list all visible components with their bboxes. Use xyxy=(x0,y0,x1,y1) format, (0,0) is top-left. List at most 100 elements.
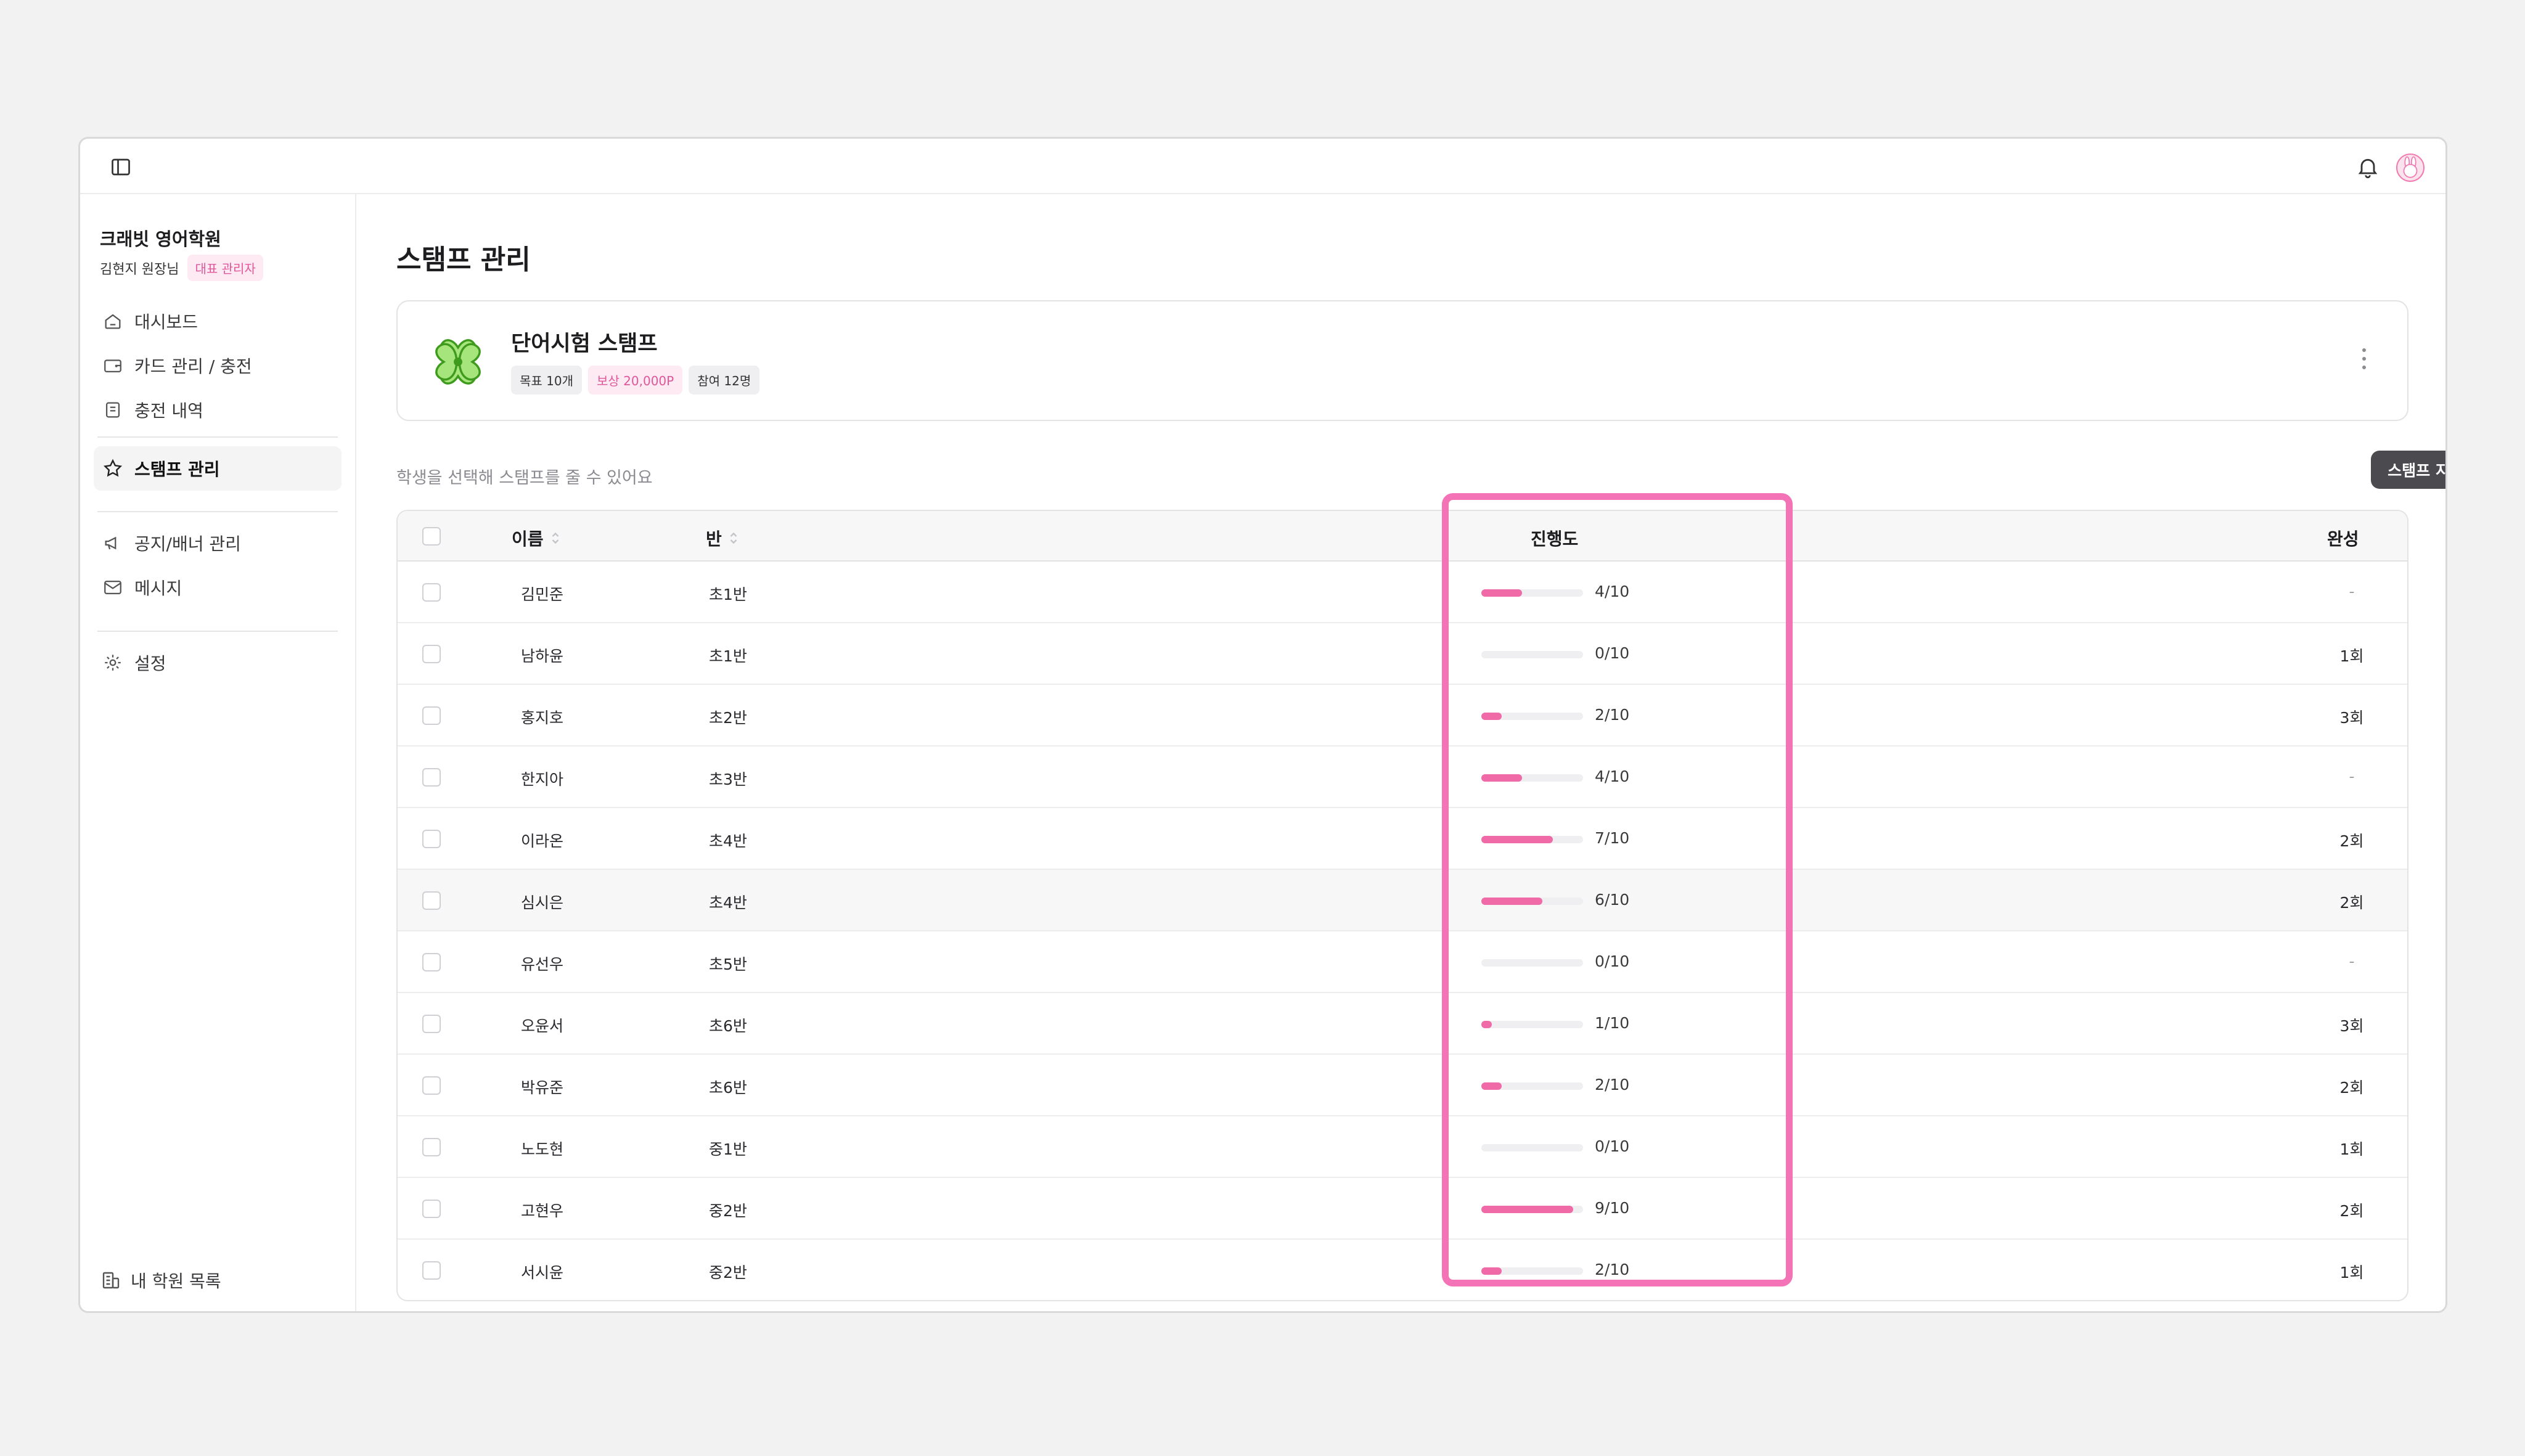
table-row[interactable]: 한지아 초3반 4/10 - xyxy=(398,746,2407,808)
student-name: 홍지호 xyxy=(521,709,564,727)
student-name: 고현우 xyxy=(521,1202,564,1220)
row-checkbox[interactable] xyxy=(422,1076,441,1095)
sort-icon[interactable] xyxy=(550,529,561,547)
nav-group-settings: 설정 xyxy=(94,640,342,685)
footer-label: 내 학원 목록 xyxy=(131,1271,221,1291)
table-row[interactable]: 노도현 중1반 0/10 1회 xyxy=(398,1116,2407,1178)
org-user: 김현지 원장님 대표 관리자 xyxy=(100,255,263,281)
completed-count: 2회 xyxy=(2339,1202,2364,1220)
student-name: 서시윤 xyxy=(521,1264,564,1282)
nav-item-charge-history[interactable]: 충전 내역 xyxy=(94,388,342,432)
row-checkbox[interactable] xyxy=(422,1261,441,1280)
nav-label: 메시지 xyxy=(134,578,182,599)
sort-icon[interactable] xyxy=(728,529,739,547)
student-class: 중1반 xyxy=(709,1140,747,1158)
table-header: 이름 반 진행도 완성 xyxy=(398,511,2407,562)
table-row[interactable]: 고현우 중2반 9/10 2회 xyxy=(398,1178,2407,1240)
row-checkbox[interactable] xyxy=(422,1200,441,1218)
receipt-icon xyxy=(105,402,120,418)
nav-group-main: 대시보드 카드 관리 / 충전 충전 내역 xyxy=(94,299,342,432)
row-checkbox[interactable] xyxy=(422,583,441,602)
clover-icon xyxy=(435,339,481,385)
progress-bar xyxy=(1481,589,1583,597)
nav-item-cards[interactable]: 카드 관리 / 충전 xyxy=(94,343,342,388)
student-class: 초4반 xyxy=(709,832,747,850)
more-options-icon[interactable] xyxy=(2358,348,2370,375)
row-checkbox[interactable] xyxy=(422,1138,441,1156)
table-row[interactable]: 홍지호 초2반 2/10 3회 xyxy=(398,685,2407,746)
progress-label: 9/10 xyxy=(1595,1199,1630,1217)
gear-icon xyxy=(105,655,121,671)
org-name: 크래빗 영어학원 xyxy=(100,229,221,250)
progress-bar xyxy=(1481,898,1583,905)
nav-item-notices[interactable]: 공지/배너 관리 xyxy=(94,521,342,565)
selection-hint: 학생을 선택해 스탬프를 줄 수 있어요 xyxy=(396,468,653,488)
nav-divider xyxy=(97,436,338,438)
student-name: 심시은 xyxy=(521,894,564,912)
student-class: 초1반 xyxy=(709,647,747,665)
row-checkbox[interactable] xyxy=(422,830,441,848)
column-name[interactable]: 이름 xyxy=(512,526,561,550)
user-name: 김현지 원장님 xyxy=(100,261,179,277)
progress-bar xyxy=(1481,713,1583,720)
row-checkbox[interactable] xyxy=(422,953,441,971)
nav-item-dashboard[interactable]: 대시보드 xyxy=(94,299,342,343)
student-name: 김민준 xyxy=(521,586,564,603)
nav-label: 대시보드 xyxy=(134,312,198,332)
column-label: 이름 xyxy=(512,529,544,549)
progress-label: 2/10 xyxy=(1595,1076,1630,1094)
progress-label: 0/10 xyxy=(1595,952,1630,970)
nav-divider xyxy=(97,631,338,632)
stamp-name: 단어시험 스탬프 xyxy=(511,332,658,356)
give-stamp-button[interactable]: 스탬프 지급 xyxy=(2371,451,2445,489)
nav-group-stamp: 스탬프 관리 xyxy=(94,446,342,491)
table-row[interactable]: 유선우 초5반 0/10 - xyxy=(398,931,2407,993)
my-academies-link[interactable]: 내 학원 목록 xyxy=(100,1268,221,1293)
row-checkbox[interactable] xyxy=(422,645,441,663)
table-row[interactable]: 이라온 초4반 7/10 2회 xyxy=(398,808,2407,870)
completed-count: - xyxy=(2349,952,2355,970)
top-bar xyxy=(80,139,2445,194)
table-row[interactable]: 오윤서 초6반 1/10 3회 xyxy=(398,993,2407,1055)
column-class[interactable]: 반 xyxy=(706,526,739,550)
nav-item-settings[interactable]: 설정 xyxy=(94,640,342,685)
nav-item-stamps[interactable]: 스탬프 관리 xyxy=(94,446,342,491)
nav-label: 충전 내역 xyxy=(134,401,203,421)
row-checkbox[interactable] xyxy=(422,1015,441,1033)
row-checkbox[interactable] xyxy=(422,768,441,787)
progress-bar xyxy=(1481,651,1583,658)
progress-label: 4/10 xyxy=(1595,583,1630,600)
table-row[interactable]: 김민준 초1반 4/10 - xyxy=(398,562,2407,623)
progress-label: 0/10 xyxy=(1595,1137,1630,1155)
user-avatar[interactable] xyxy=(2396,153,2425,182)
student-name: 노도현 xyxy=(521,1140,564,1158)
student-name: 유선우 xyxy=(521,955,564,973)
table-row[interactable]: 박유준 초6반 2/10 2회 xyxy=(398,1055,2407,1116)
row-checkbox[interactable] xyxy=(422,891,441,910)
completed-count: 3회 xyxy=(2339,1017,2364,1035)
student-class: 초6반 xyxy=(709,1079,747,1097)
row-checkbox[interactable] xyxy=(422,706,441,725)
student-class: 초1반 xyxy=(709,586,747,603)
progress-bar-fill xyxy=(1481,898,1542,905)
table-row[interactable]: 심시은 초4반 6/10 2회 xyxy=(398,870,2407,931)
table-row[interactable]: 서시윤 중2반 2/10 1회 xyxy=(398,1240,2407,1300)
progress-label: 7/10 xyxy=(1595,829,1630,847)
completed-count: 1회 xyxy=(2339,1264,2364,1282)
completed-count: 1회 xyxy=(2339,647,2364,665)
nav-item-messages[interactable]: 메시지 xyxy=(94,565,342,610)
building-icon xyxy=(102,1272,120,1289)
student-name: 오윤서 xyxy=(521,1017,564,1035)
sidebar-toggle-icon[interactable] xyxy=(110,156,132,178)
nav-divider xyxy=(97,511,338,512)
select-all-checkbox[interactable] xyxy=(422,527,441,546)
nav-group-comm: 공지/배너 관리 메시지 xyxy=(94,521,342,610)
student-class: 초6반 xyxy=(709,1017,747,1035)
completed-count: - xyxy=(2349,767,2355,785)
bell-icon[interactable] xyxy=(2355,155,2380,179)
nav-label: 스탬프 관리 xyxy=(134,459,220,480)
student-name: 남하윤 xyxy=(521,647,564,665)
student-class: 초4반 xyxy=(709,894,747,912)
stamp-tags: 목표 10개 보상 20,000P 참여 12명 xyxy=(511,366,760,395)
table-row[interactable]: 남하윤 초1반 0/10 1회 xyxy=(398,623,2407,685)
